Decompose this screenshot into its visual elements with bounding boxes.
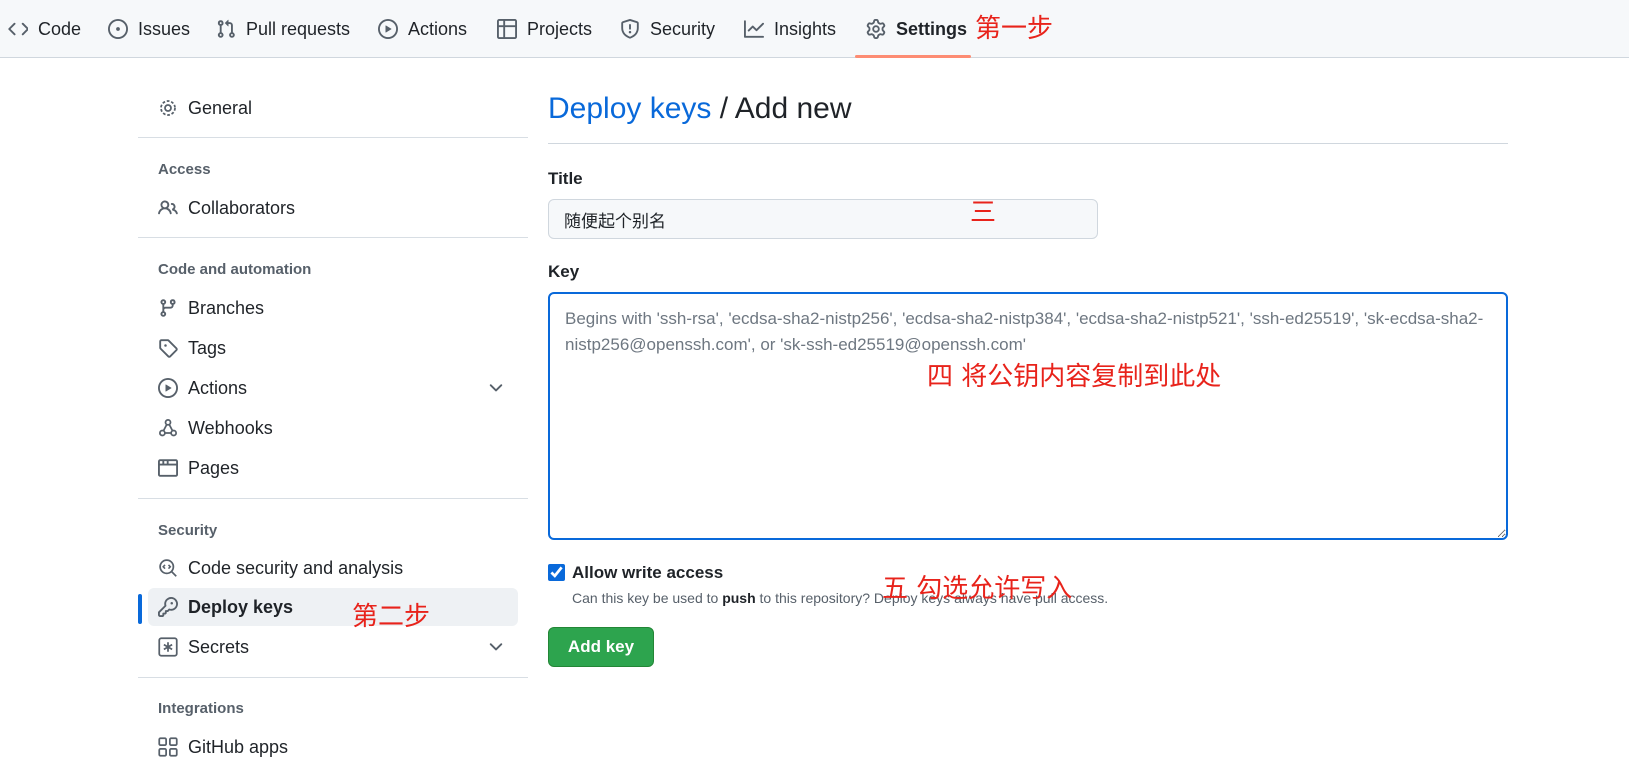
sidebar-item-general[interactable]: General — [148, 89, 518, 127]
tab-insights[interactable]: Insights — [744, 0, 836, 58]
tab-security-label: Security — [650, 18, 716, 39]
codescan-icon — [158, 558, 178, 578]
tab-issues[interactable]: Issues — [108, 0, 190, 58]
tab-pull-requests-label: Pull requests — [246, 18, 351, 39]
sidebar-item-code-security[interactable]: Code security and analysis — [148, 549, 518, 587]
key-asterisk-icon — [158, 637, 178, 657]
sidebar-heading-integrations: Integrations — [158, 700, 244, 717]
sidebar-item-tags[interactable]: Tags — [148, 329, 518, 367]
tab-code[interactable]: Code — [8, 0, 81, 58]
sidebar-item-branches[interactable]: Branches — [148, 289, 518, 327]
play-icon — [158, 378, 178, 398]
tab-settings[interactable]: Settings — [866, 0, 967, 58]
tab-settings-label: Settings — [896, 18, 968, 39]
annotation-step4: 四 将公钥内容复制到此处 — [927, 362, 1222, 392]
annotation-step3: 三 — [970, 198, 997, 228]
annotation-step1: 第一步 — [975, 14, 1054, 44]
browser-icon — [158, 458, 178, 478]
tab-security[interactable]: Security — [620, 0, 715, 58]
annotation-step5: 五 勾选允许写入 — [882, 574, 1073, 604]
repo-nav: Code Issues Pull requests Actions Projec… — [0, 0, 1629, 58]
sidebar-item-deploy-keys[interactable]: Deploy keys — [148, 588, 518, 626]
sidebar-item-label: Secrets — [188, 636, 250, 657]
annotation-step2: 第二步 — [352, 602, 431, 632]
sidebar-item-webhooks[interactable]: Webhooks — [148, 409, 518, 447]
sidebar-item-label: GitHub apps — [188, 736, 289, 757]
sidebar-item-collaborators[interactable]: Collaborators — [148, 189, 518, 227]
sidebar-heading-access: Access — [158, 161, 211, 178]
tab-actions-label: Actions — [408, 18, 468, 39]
allow-write-checkbox[interactable] — [548, 564, 565, 581]
shield-icon — [620, 19, 640, 39]
git-pull-request-icon — [216, 19, 236, 39]
issue-opened-icon — [108, 19, 128, 39]
tab-projects[interactable]: Projects — [497, 0, 592, 58]
git-branch-icon — [158, 298, 178, 318]
sidebar-item-label: Branches — [188, 297, 265, 318]
webhook-icon — [158, 418, 178, 438]
sidebar-item-secrets[interactable]: Secrets — [148, 628, 518, 666]
sidebar-item-label: Pages — [188, 457, 240, 478]
play-icon — [378, 19, 398, 39]
allow-write-label[interactable]: Allow write access — [572, 563, 723, 583]
sidebar-item-github-apps[interactable]: GitHub apps — [148, 728, 518, 766]
sidebar-item-label: Collaborators — [188, 197, 296, 218]
key-textarea[interactable] — [548, 292, 1508, 540]
breadcrumb-deploy-keys-link[interactable]: Deploy keys — [548, 92, 711, 125]
sidebar-divider — [138, 498, 528, 499]
add-key-button[interactable]: Add key — [548, 627, 654, 667]
active-item-indicator — [138, 594, 142, 624]
note-push: push — [722, 590, 756, 606]
key-label: Key — [548, 262, 580, 281]
sidebar-item-label: Webhooks — [188, 417, 273, 438]
tab-actions[interactable]: Actions — [378, 0, 467, 58]
table-icon — [497, 19, 517, 39]
sidebar-item-actions[interactable]: Actions — [148, 369, 518, 407]
chevron-down-icon[interactable] — [486, 378, 506, 398]
title-input[interactable] — [548, 199, 1098, 239]
tab-insights-label: Insights — [774, 18, 837, 39]
tab-pull-requests[interactable]: Pull requests — [216, 0, 350, 58]
sidebar-item-label: Actions — [188, 377, 248, 398]
sidebar-divider — [138, 237, 528, 238]
code-icon — [8, 19, 28, 39]
sidebar-item-label: Deploy keys — [188, 596, 294, 617]
tab-issues-label: Issues — [138, 18, 191, 39]
graph-icon — [744, 19, 764, 39]
key-icon — [158, 597, 178, 617]
gear-icon — [158, 98, 178, 118]
title-divider — [548, 143, 1508, 144]
breadcrumb-separator: / — [711, 92, 735, 125]
gear-icon — [866, 19, 886, 39]
tab-code-label: Code — [38, 18, 82, 39]
sidebar-item-label: Tags — [188, 337, 227, 358]
note-prefix: Can this key be used to — [572, 590, 723, 606]
title-label: Title — [548, 169, 583, 188]
sidebar-item-label: Code security and analysis — [188, 557, 404, 578]
apps-icon — [158, 737, 178, 757]
tag-icon — [158, 338, 178, 358]
sidebar-heading-security: Security — [158, 522, 218, 539]
sidebar-item-label: General — [188, 97, 253, 118]
tab-projects-label: Projects — [527, 18, 593, 39]
people-icon — [158, 198, 178, 218]
sidebar-divider — [138, 677, 528, 678]
page-title: Deploy keys / Add new — [548, 92, 852, 126]
chevron-down-icon[interactable] — [486, 637, 506, 657]
sidebar-divider — [138, 137, 528, 138]
sidebar-heading-code-automation: Code and automation — [158, 261, 312, 278]
sidebar-item-pages[interactable]: Pages — [148, 449, 518, 487]
breadcrumb-current: Add new — [734, 92, 852, 125]
selected-tab-indicator — [855, 55, 971, 58]
